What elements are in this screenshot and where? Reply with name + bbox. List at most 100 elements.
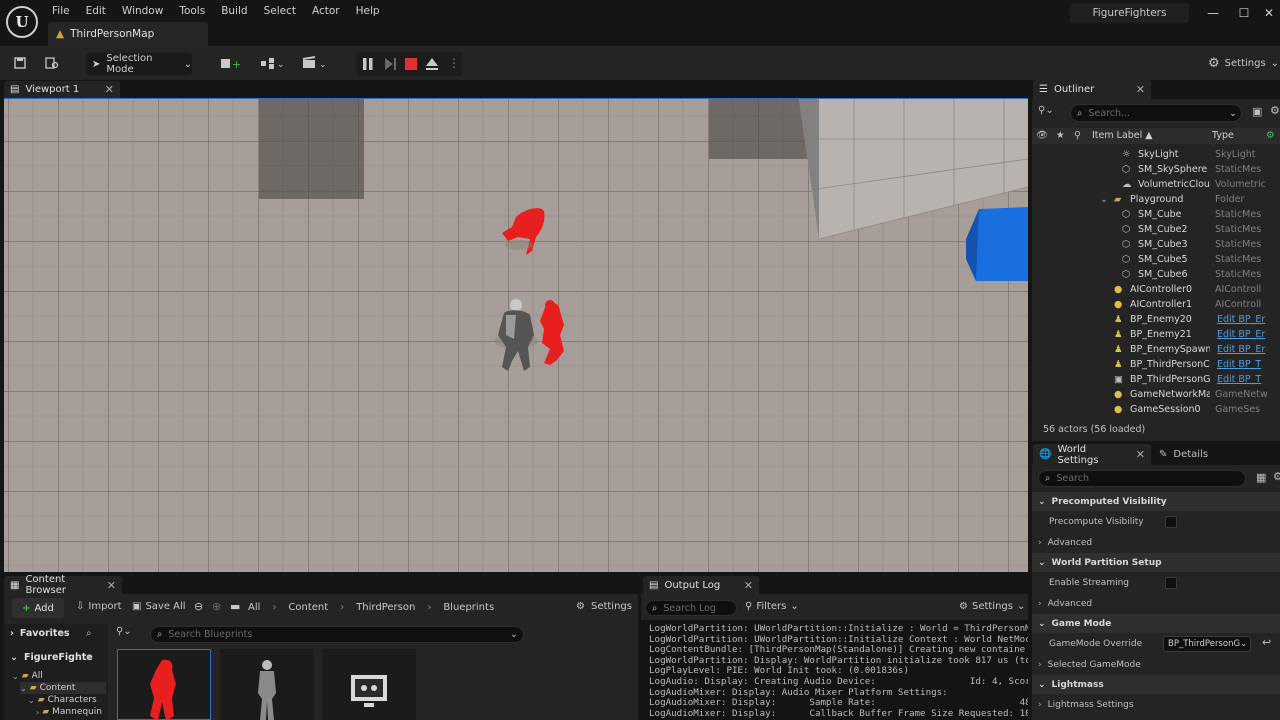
log-settings-button[interactable]: ⚙ Settings ⌄ [959, 601, 1025, 612]
log-search-input[interactable]: ⌕ Search Log [645, 600, 737, 616]
chevron-down-icon[interactable]: ⌄ [1229, 108, 1237, 119]
close-icon[interactable]: ✕ [1136, 448, 1145, 461]
asset-tile-character[interactable] [220, 649, 314, 720]
details-subgroup[interactable]: › Selected GameMode [1032, 655, 1280, 675]
outliner-row[interactable]: ♟ BP_Enemy20 Edit BP_Er [1032, 312, 1280, 327]
property-checkbox[interactable] [1165, 577, 1177, 589]
asset-tile-enemy[interactable] [117, 649, 211, 720]
back-icon[interactable]: ⊖ [194, 600, 203, 613]
chevron-down-icon[interactable]: ⌄ [1100, 192, 1108, 207]
import-button[interactable]: ⇩ Import [76, 601, 122, 612]
outliner-row[interactable]: ⌄ ▰ Playground Folder [1032, 192, 1280, 207]
menu-edit[interactable]: Edit [78, 4, 114, 18]
outliner-row[interactable]: ● AIController0 AIControll [1032, 282, 1280, 297]
gear-icon[interactable]: ⚙ [1273, 470, 1280, 483]
outliner-row[interactable]: ● GameSession0 GameSes [1032, 402, 1280, 417]
close-icon[interactable]: ✕ [105, 83, 114, 96]
filter-icon[interactable]: ⚲⌄ [1038, 105, 1054, 116]
project-header[interactable]: ⌄ FigureFighte [10, 652, 93, 663]
breadcrumb-item[interactable]: Blueprints [443, 602, 494, 613]
details-category[interactable]: ⌄ Game Mode [1032, 614, 1280, 633]
tab-content-browser[interactable]: ▦ Content Browser ✕ [4, 574, 122, 596]
folder-tree-item[interactable]: ⌄ ▰ All [12, 670, 106, 682]
viewport-scene[interactable] [4, 99, 1028, 572]
close-icon[interactable]: ✕ [1136, 83, 1145, 96]
close-icon[interactable]: ✕ [1258, 4, 1280, 22]
forward-icon[interactable]: ⊕ [212, 600, 221, 613]
add-column-icon[interactable]: ⚙ [1266, 128, 1275, 144]
filter-icon[interactable]: ⚲⌄ [116, 626, 132, 637]
favorites-header[interactable]: › Favorites [10, 628, 70, 639]
pause-icon[interactable] [362, 57, 374, 71]
folder-add-icon[interactable]: ▣ [1252, 105, 1262, 118]
menu-select[interactable]: Select [256, 4, 304, 18]
outliner-row[interactable]: ● GameNetworkMan GameNetw [1032, 387, 1280, 402]
asset-tile-gamemode[interactable] [322, 649, 416, 720]
details-category[interactable]: ⌄ Lightmass [1032, 675, 1280, 694]
close-icon[interactable]: ✕ [744, 579, 753, 592]
gamemode-override-dropdown[interactable]: BP_ThirdPersonG ⌄ [1163, 636, 1251, 652]
property-checkbox[interactable] [1165, 516, 1177, 528]
tab-output-log[interactable]: ▤ Output Log ✕ [643, 576, 759, 594]
details-category[interactable]: ⌄ World Partition Setup [1032, 553, 1280, 572]
outliner-row[interactable]: ☁ VolumetricCloud Volumetric [1032, 177, 1280, 192]
eject-icon[interactable] [425, 57, 439, 71]
outliner-row[interactable]: ⬡ SM_Cube2 StaticMes [1032, 222, 1280, 237]
folder-tree-item[interactable]: ⌄ ▰ Characters [28, 694, 106, 706]
maximize-icon[interactable]: ☐ [1233, 4, 1255, 22]
unreal-logo-icon[interactable]: U [6, 6, 38, 38]
add-actor-icon[interactable]: + [218, 54, 244, 72]
blueprint-search-input[interactable]: ⌕ Search Blueprints ⌄ [150, 626, 524, 643]
save-all-button[interactable]: ▣ Save All [132, 601, 186, 612]
outliner-row[interactable]: ⬡ SM_Cube3 StaticMes [1032, 237, 1280, 252]
add-button[interactable]: + Add [12, 598, 64, 618]
outliner-row[interactable]: ⬡ SM_Cube StaticMes [1032, 207, 1280, 222]
tab-outliner[interactable]: ☰ Outliner ✕ [1033, 80, 1151, 99]
outliner-row[interactable]: ● AIController1 AIControll [1032, 297, 1280, 312]
eye-icon[interactable]: 👁 [1036, 128, 1048, 144]
outliner-row[interactable]: ♟ BP_EnemySpawne Edit BP_Er [1032, 342, 1280, 357]
grid-view-icon[interactable]: ▦ [1256, 471, 1266, 484]
menu-build[interactable]: Build [213, 4, 255, 18]
breadcrumb-item[interactable]: All [248, 602, 260, 613]
folder-tree-item[interactable]: › ▰ Mannequin [36, 706, 106, 718]
menu-window[interactable]: Window [114, 4, 171, 18]
outliner-row[interactable]: ♟ BP_ThirdPersonCh Edit BP_T [1032, 357, 1280, 372]
filters-dropdown[interactable]: ⚲ Filters ⌄ [745, 601, 799, 612]
more-options-icon[interactable]: ⋮ [448, 56, 460, 70]
content-settings-button[interactable]: ⚙ Settings [576, 601, 632, 612]
outliner-row[interactable]: ☼ SkyLight SkyLight [1032, 147, 1280, 162]
selection-mode-dropdown[interactable]: ➤ Selection Mode ⌄ [86, 53, 192, 75]
close-icon[interactable]: ✕ [107, 579, 116, 592]
menu-tools[interactable]: Tools [171, 4, 213, 18]
menu-help[interactable]: Help [348, 4, 388, 18]
outliner-row[interactable]: ⬡ SM_SkySphere StaticMes [1032, 162, 1280, 177]
step-icon[interactable] [384, 57, 398, 71]
save-icon[interactable] [10, 54, 30, 72]
log-output[interactable]: LogWorldPartition: UWorldPartition::Init… [641, 620, 1028, 720]
edit-blueprint-link[interactable]: Edit BP_T [1217, 357, 1277, 372]
menu-actor[interactable]: Actor [304, 4, 348, 18]
edit-blueprint-link[interactable]: Edit BP_T [1217, 372, 1277, 387]
edit-blueprint-link[interactable]: Edit BP_Er [1217, 312, 1277, 327]
gear-icon[interactable]: ⚙ [1270, 104, 1280, 117]
details-subgroup[interactable]: › Lightmass Settings [1032, 695, 1280, 715]
tab-world-settings[interactable]: 🌐 World Settings ✕ [1033, 444, 1151, 466]
tab-details[interactable]: ✎ Details [1155, 444, 1235, 465]
level-tab[interactable]: ▲ ThirdPersonMap [48, 22, 208, 46]
folder-tree-item[interactable]: ⌄ ▰ Content [20, 682, 106, 694]
outliner-search-input[interactable]: ⌕ Search... ⌄ [1070, 104, 1242, 122]
browse-icon[interactable] [42, 54, 62, 72]
stop-icon[interactable] [405, 58, 417, 70]
menu-file[interactable]: File [44, 4, 78, 18]
edit-blueprint-link[interactable]: Edit BP_Er [1217, 342, 1277, 357]
minimize-icon[interactable]: — [1202, 4, 1224, 22]
column-item-label[interactable]: Item Label ▲ [1092, 128, 1153, 144]
outliner-row[interactable]: ♟ BP_Enemy21 Edit BP_Er [1032, 327, 1280, 342]
search-icon[interactable]: ⌕ [86, 652, 92, 663]
details-subgroup[interactable]: › Advanced [1032, 533, 1280, 553]
outliner-row[interactable]: ⬡ SM_Cube5 StaticMes [1032, 252, 1280, 267]
details-category[interactable]: ⌄ Precomputed Visibility [1032, 492, 1280, 511]
search-icon[interactable]: ⌕ [86, 628, 92, 639]
tab-viewport[interactable]: ▤ Viewport 1 ✕ [4, 81, 120, 98]
